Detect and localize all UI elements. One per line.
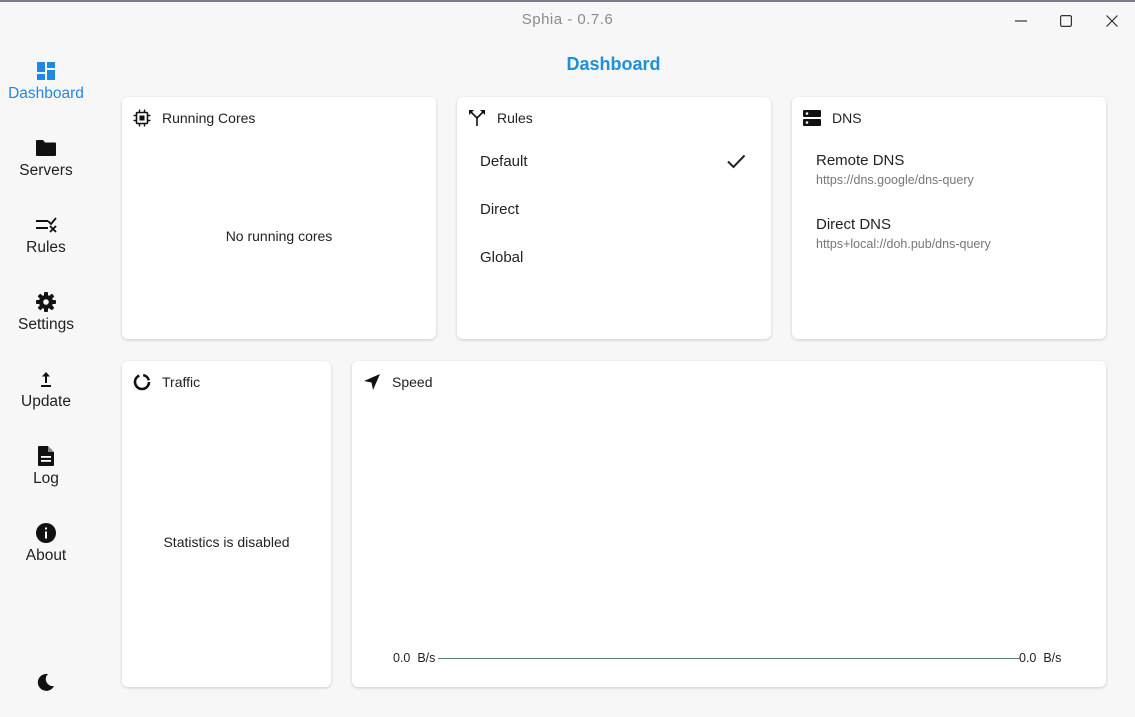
empty-state-message: No running cores xyxy=(225,228,333,244)
close-button[interactable] xyxy=(1089,4,1135,38)
sidebar-item-label: Settings xyxy=(17,316,74,333)
card-title: Traffic xyxy=(162,374,201,390)
maximize-button[interactable] xyxy=(1043,4,1089,38)
folder-icon xyxy=(35,137,57,159)
statistics-disabled-message: Statistics is disabled xyxy=(163,534,290,550)
sidebar-item-dashboard[interactable]: Dashboard xyxy=(0,60,92,126)
sidebar-item-label: Rules xyxy=(26,239,66,256)
document-icon xyxy=(35,445,57,467)
sidebar-item-log[interactable]: Log xyxy=(0,445,92,511)
gear-icon xyxy=(35,291,57,313)
server-rack-icon xyxy=(802,108,822,128)
direct-dns-label: Direct DNS xyxy=(816,216,892,233)
sidebar-item-rules[interactable]: Rules xyxy=(0,214,92,280)
direct-dns-value: https+local://doh.pub/dns-query xyxy=(816,237,991,251)
donut-chart-icon xyxy=(132,372,152,392)
rule-option-default[interactable]: Default xyxy=(480,153,528,170)
card-title: Rules xyxy=(497,110,533,126)
rule-option-global[interactable]: Global xyxy=(480,249,523,266)
card-header: DNS xyxy=(802,107,862,129)
sidebar-item-label: Update xyxy=(21,393,71,410)
fork-arrows-icon xyxy=(467,108,487,128)
minimize-icon xyxy=(1015,20,1027,22)
remote-dns-label: Remote DNS xyxy=(816,152,905,169)
check-icon xyxy=(727,154,746,169)
rule-option-direct[interactable]: Direct xyxy=(480,201,519,218)
sidebar-item-label: Servers xyxy=(19,162,73,179)
close-icon xyxy=(1106,15,1118,27)
moon-icon xyxy=(37,673,54,691)
traffic-card: Traffic Statistics is disabled xyxy=(122,361,331,687)
sidebar-item-about[interactable]: About xyxy=(0,522,92,588)
dashboard-icon xyxy=(35,60,57,82)
title-bar: Sphia - 0.7.6 xyxy=(0,2,1135,38)
running-cores-card: Running Cores No running cores xyxy=(122,97,436,339)
card-header: Speed xyxy=(362,371,432,393)
theme-toggle-button[interactable] xyxy=(34,670,58,694)
direct-dns-entry[interactable]: Direct DNS https+local://doh.pub/dns-que… xyxy=(816,216,991,251)
sidebar: Dashboard Servers Rules Settings Update … xyxy=(0,38,92,717)
speed-card: Speed 0.0 B/s 0.0 B/s xyxy=(352,361,1106,687)
card-header: Running Cores xyxy=(132,107,255,129)
speed-max-label: 0.0 B/s xyxy=(1019,651,1062,665)
sidebar-item-label: Dashboard xyxy=(8,85,84,102)
window-title: Sphia - 0.7.6 xyxy=(521,11,614,28)
sidebar-item-servers[interactable]: Servers xyxy=(0,137,92,203)
speed-chart-line xyxy=(438,658,1020,659)
rules-card: Rules Default Direct Global xyxy=(457,97,771,339)
sidebar-item-label: About xyxy=(25,547,67,564)
sidebar-item-update[interactable]: Update xyxy=(0,368,92,434)
info-icon xyxy=(35,522,57,544)
cpu-chip-icon xyxy=(132,108,152,128)
card-header: Rules xyxy=(467,107,533,129)
page-title: Dashboard xyxy=(566,54,661,74)
rules-icon xyxy=(35,214,57,236)
remote-dns-value: https://dns.google/dns-query xyxy=(816,173,974,187)
maximize-icon xyxy=(1060,15,1072,27)
sidebar-item-settings[interactable]: Settings xyxy=(0,291,92,357)
card-title: DNS xyxy=(832,110,862,126)
upload-arrow-icon xyxy=(35,368,57,390)
card-header: Traffic xyxy=(132,371,200,393)
minimize-button[interactable] xyxy=(998,4,1044,38)
navigation-arrow-icon xyxy=(362,372,382,392)
sidebar-item-label: Log xyxy=(33,470,59,487)
remote-dns-entry[interactable]: Remote DNS https://dns.google/dns-query xyxy=(816,152,974,187)
dns-card: DNS Remote DNS https://dns.google/dns-qu… xyxy=(792,97,1106,339)
speed-min-label: 0.0 B/s xyxy=(393,651,436,665)
card-title: Running Cores xyxy=(162,110,256,126)
card-title: Speed xyxy=(392,374,433,390)
